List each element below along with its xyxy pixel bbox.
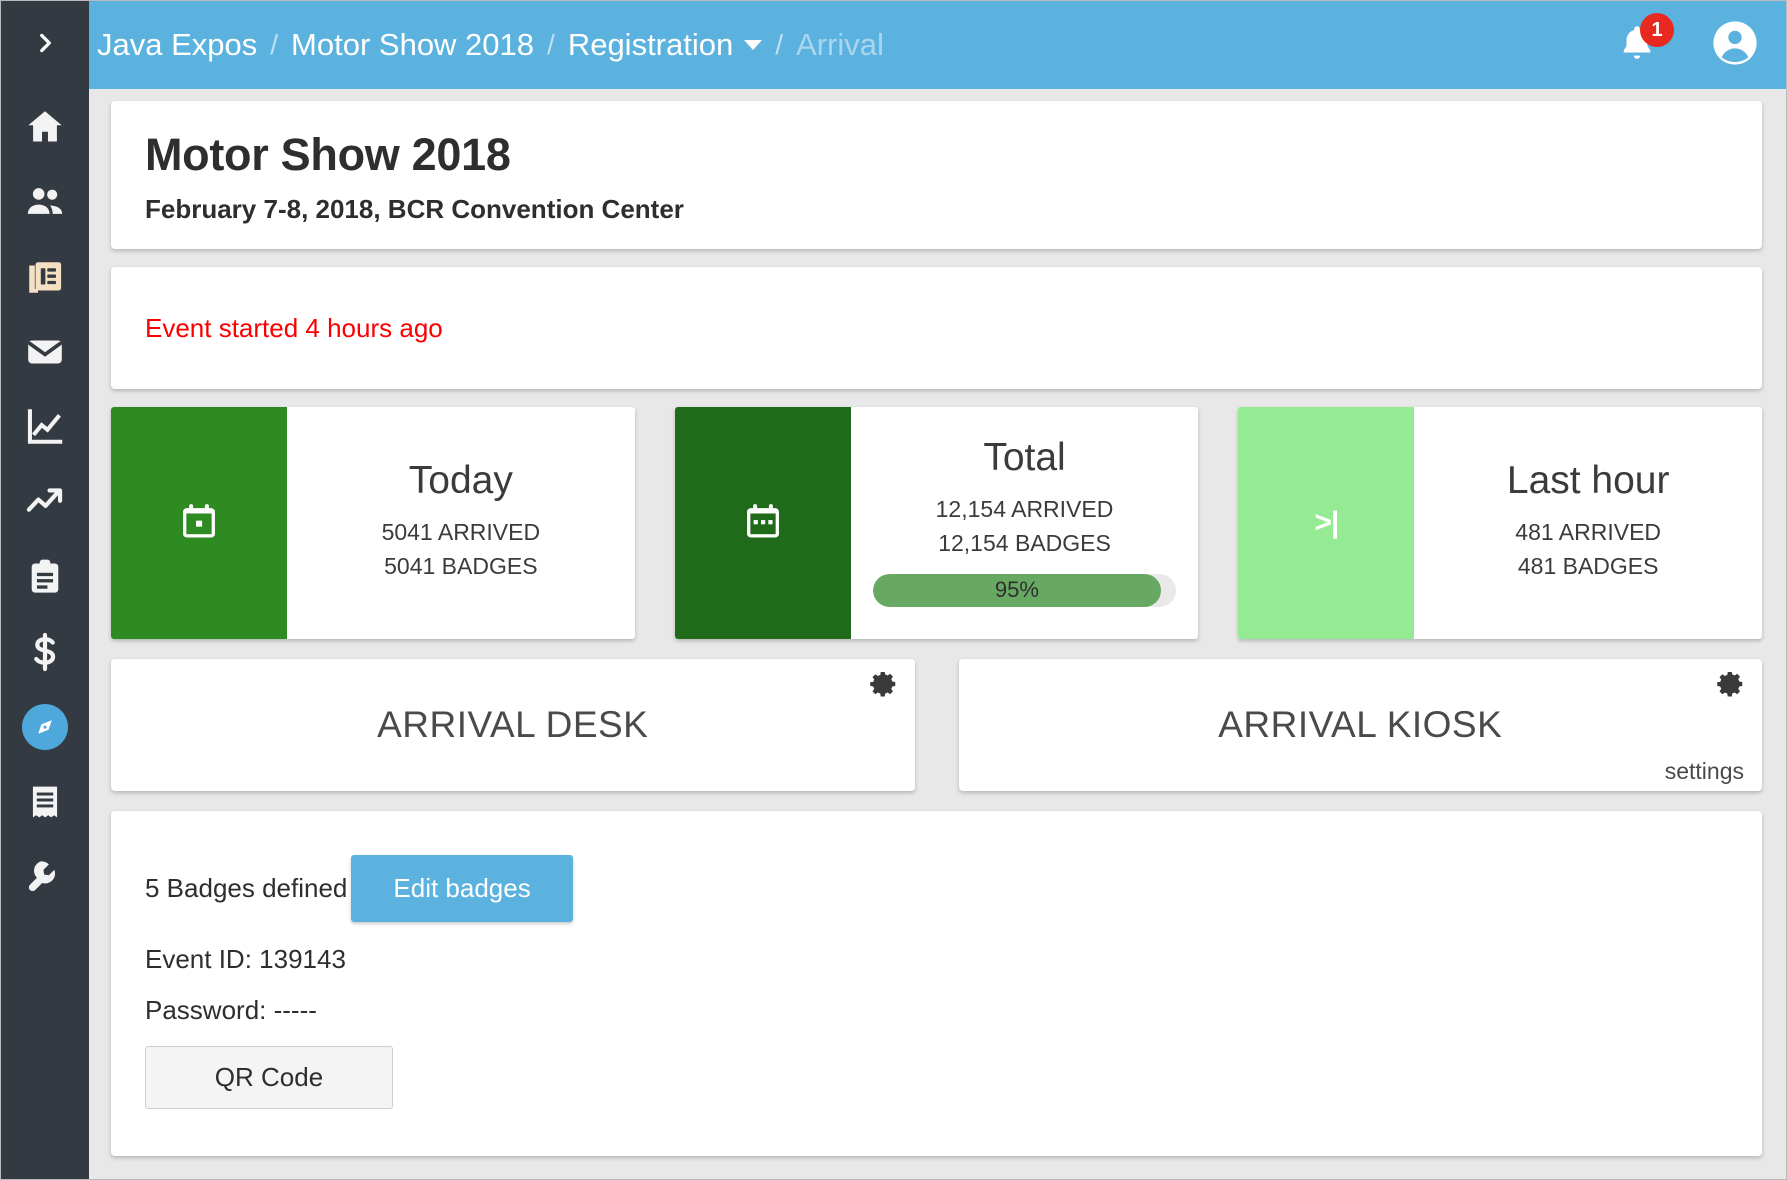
stat-title: Today (408, 458, 513, 502)
stat-arrived: 5041 ARRIVED (381, 518, 541, 545)
stat-badges: 12,154 BADGES (938, 530, 1111, 556)
sidebar-item-home[interactable] (1, 89, 89, 164)
event-header-card: Motor Show 2018 February 7-8, 2018, BCR … (111, 101, 1762, 249)
event-alert-text: Event started 4 hours ago (145, 312, 443, 343)
main-content: Motor Show 2018 February 7-8, 2018, BCR … (89, 89, 1786, 1179)
stat-title: Last hour (1506, 458, 1670, 502)
arrival-kiosk-title: ARRIVAL KIOSK (1218, 704, 1503, 745)
arrival-desk-title: ARRIVAL DESK (377, 704, 649, 745)
sidebar-toggle-button[interactable] (1, 1, 89, 89)
stat-badges: 481 BADGES (1517, 553, 1659, 579)
gear-icon[interactable] (869, 669, 899, 699)
sidebar-item-invoices[interactable] (1, 764, 89, 839)
badge-progress-fill: 95% (872, 573, 1162, 607)
sidebar-item-registration[interactable] (1, 689, 89, 764)
breadcrumb: Java Expos / Motor Show 2018 / Registrat… (97, 27, 1616, 63)
bell-icon (1616, 26, 1658, 68)
skip-next-icon: >| (1314, 506, 1339, 539)
sidebar-item-people[interactable] (1, 164, 89, 239)
sidebar-item-messages[interactable] (1, 314, 89, 389)
home-icon (24, 106, 66, 148)
stat-arrived: 12,154 ARRIVED (935, 495, 1114, 522)
sidebar-item-tasks[interactable] (1, 539, 89, 614)
user-avatar-icon (1710, 20, 1760, 72)
calendar-day-icon (177, 499, 221, 548)
notifications-button[interactable]: 1 (1616, 13, 1674, 68)
stat-body-last-hour: Last hour 481 ARRIVED 481 BADGES (1414, 407, 1762, 639)
badge-progress-bar: 95% (872, 573, 1177, 607)
stat-badges: 5041 BADGES (384, 553, 538, 579)
notification-count-badge: 1 (1640, 13, 1674, 47)
top-bar-actions: 1 (1616, 13, 1760, 73)
sidebar-item-documents[interactable] (1, 239, 89, 314)
stat-title: Total (983, 435, 1066, 479)
arrival-row: ARRIVAL DESK ARRIVAL KIOSK settings (111, 659, 1762, 791)
clipboard-icon (24, 556, 66, 598)
breadcrumb-item-registration[interactable]: Registration (568, 27, 733, 63)
stat-tile-today (111, 407, 287, 639)
stat-body-total: Total 12,154 ARRIVED 12,154 BADGES 95% (851, 407, 1199, 639)
gear-icon[interactable] (1716, 669, 1746, 699)
event-details-card: 5 Badges defined Edit badges Event ID: 1… (111, 811, 1762, 1156)
stat-arrived: 481 ARRIVED (1515, 518, 1662, 545)
arrival-desk-panel[interactable]: ARRIVAL DESK (111, 659, 915, 791)
badges-defined-label: 5 Badges defined (145, 873, 348, 903)
people-icon (24, 181, 66, 223)
breadcrumb-item-event[interactable]: Motor Show 2018 (291, 27, 534, 63)
badges-row: 5 Badges defined Edit badges (145, 855, 1728, 922)
wrench-icon (24, 856, 66, 898)
top-bar: Java Expos / Motor Show 2018 / Registrat… (89, 1, 1786, 89)
app-window: Java Expos / Motor Show 2018 / Registrat… (0, 0, 1787, 1180)
sidebar-item-reports[interactable] (1, 389, 89, 464)
avatar[interactable] (1710, 18, 1760, 73)
documents-icon (24, 256, 66, 298)
trending-up-icon (24, 481, 66, 523)
event-id-label: Event ID: 139143 (145, 944, 346, 974)
page-title: Motor Show 2018 (145, 129, 511, 180)
breadcrumb-item-org[interactable]: Java Expos (97, 27, 257, 63)
chart-line-icon (24, 406, 66, 448)
breadcrumb-item-arrival: Arrival (796, 27, 884, 62)
dollar-icon (24, 631, 66, 673)
sidebar (1, 1, 89, 1179)
stat-card-last-hour[interactable]: >| Last hour 481 ARRIVED 481 BADGES (1238, 407, 1763, 639)
qr-code-button[interactable]: QR Code (145, 1046, 393, 1109)
stat-card-total[interactable]: Total 12,154 ARRIVED 12,154 BADGES 95% (674, 407, 1199, 639)
edit-badges-button[interactable]: Edit badges (351, 855, 573, 922)
receipt-icon (24, 781, 66, 823)
sidebar-item-finance[interactable] (1, 614, 89, 689)
stat-tile-total (674, 407, 851, 639)
sidebar-item-trends[interactable] (1, 464, 89, 539)
event-alert-card: Event started 4 hours ago (111, 267, 1762, 389)
envelope-icon (24, 331, 66, 373)
breadcrumb-separator: / (775, 29, 784, 60)
calendar-range-icon (741, 499, 785, 548)
event-subtitle: February 7-8, 2018, BCR Convention Cente… (145, 194, 684, 224)
kiosk-settings-link[interactable]: settings (1665, 758, 1744, 785)
stats-row: Today 5041 ARRIVED 5041 BADGES Total 12,… (111, 407, 1763, 639)
stat-body-today: Today 5041 ARRIVED 5041 BADGES (287, 407, 635, 639)
compass-icon (22, 703, 68, 750)
sidebar-item-tools[interactable] (1, 839, 89, 914)
chevron-down-icon[interactable] (744, 40, 763, 50)
chevron-right-icon (32, 30, 58, 61)
stat-tile-last-hour: >| (1238, 407, 1415, 639)
breadcrumb-separator: / (547, 29, 555, 60)
breadcrumb-separator: / (270, 29, 279, 60)
stat-card-today[interactable]: Today 5041 ARRIVED 5041 BADGES (111, 407, 635, 639)
password-label: Password: ----- (145, 995, 317, 1025)
arrival-kiosk-panel[interactable]: ARRIVAL KIOSK settings (958, 659, 1762, 791)
